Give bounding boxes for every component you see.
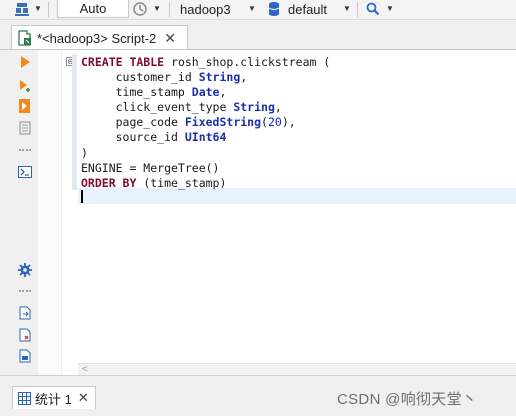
code-line[interactable]: ) — [81, 146, 330, 161]
sql-type: String — [198, 70, 241, 85]
results-panel: 统计 1 ✕ CSDN @响彻天堂丶 — [0, 375, 516, 416]
code-line[interactable]: ORDER BY (time_stamp) — [81, 176, 330, 191]
sql-type: UInt64 — [184, 130, 227, 145]
sql-text: time_stamp — [81, 85, 192, 100]
gear-icon[interactable] — [15, 260, 35, 280]
tab-script-2[interactable]: *<hadoop3> Script-2 ✕ — [11, 25, 188, 50]
toolbar-divider — [169, 2, 170, 17]
code-line[interactable]: click_event_type String, — [81, 100, 330, 115]
sql-type: FixedString — [184, 115, 262, 130]
sql-text: , — [240, 70, 248, 85]
sql-script-icon — [17, 30, 33, 46]
code-line[interactable]: time_stamp Date, — [81, 85, 330, 100]
toolbar-separator — [19, 290, 31, 292]
close-icon[interactable]: ✕ — [164, 30, 176, 47]
history-chevron-down-icon[interactable]: ▼ — [153, 0, 161, 18]
sql-text: ( — [261, 115, 268, 130]
search-icon[interactable] — [366, 0, 380, 18]
sql-text: source_id — [81, 130, 185, 145]
execute-script-icon[interactable] — [15, 96, 35, 116]
code-line[interactable]: customer_id String, — [81, 70, 330, 85]
watermark: CSDN @响彻天堂丶 — [337, 391, 478, 408]
editor-side-toolbar — [12, 50, 38, 375]
statement-highlight-bar — [72, 54, 77, 190]
execute-in-new-tab-icon[interactable] — [15, 76, 35, 96]
sql-text: ) — [81, 145, 88, 160]
text-cursor — [81, 190, 83, 203]
code-line[interactable]: CREATE TABLE rosh_shop.clickstream ( — [81, 55, 330, 70]
transaction-mode-label: Auto — [79, 0, 107, 16]
search-chevron-down-icon[interactable]: ▼ — [386, 0, 394, 18]
export-script-icon[interactable] — [15, 303, 35, 323]
results-tab-label: 统计 1 — [35, 391, 72, 407]
sql-type: Date — [191, 85, 220, 100]
database-dropdown-chevron-down-icon[interactable]: ▼ — [34, 0, 42, 18]
sql-text: ), — [281, 115, 296, 130]
sql-file-icon[interactable] — [15, 346, 35, 366]
sql-type: String — [233, 100, 275, 115]
database-selector[interactable]: default — [288, 0, 327, 18]
line-number-ruler — [38, 50, 62, 375]
transaction-mode-selector[interactable]: Auto — [57, 0, 129, 18]
explain-plan-icon[interactable] — [15, 118, 35, 138]
sql-text: rosh_shop.clickstream ( — [171, 55, 331, 69]
terminal-icon[interactable] — [15, 162, 35, 182]
database-chevron-down-icon[interactable]: ▼ — [343, 0, 351, 18]
sql-text: (time_stamp) — [143, 175, 227, 190]
sql-text: page_code — [81, 115, 185, 130]
toolbar-divider — [48, 2, 49, 17]
connection-label: hadoop3 — [180, 1, 231, 17]
sql-text: , — [219, 85, 227, 100]
database-icon[interactable] — [14, 0, 30, 18]
toolbar-separator — [19, 149, 31, 151]
tab-title: *<hadoop3> Script-2 — [37, 30, 157, 46]
horizontal-scrollbar[interactable]: < — [78, 363, 516, 375]
database-cylinder-icon — [268, 0, 280, 18]
sql-text: ENGINE = MergeTree() — [81, 160, 220, 175]
sql-code[interactable]: CREATE TABLE rosh_shop.clickstream ( cus… — [81, 55, 330, 191]
sql-number: 20 — [267, 115, 282, 130]
editor-tab-strip: *<hadoop3> Script-2 ✕ — [0, 20, 516, 50]
history-icon[interactable] — [132, 0, 148, 18]
code-line[interactable]: page_code FixedString(20), — [81, 115, 330, 130]
sql-keyword: ORDER BY — [81, 175, 144, 190]
sql-editor[interactable]: ⊖ CREATE TABLE rosh_shop.clickstream ( c… — [38, 50, 516, 375]
close-script-icon[interactable] — [15, 325, 35, 345]
code-line[interactable]: ENGINE = MergeTree() — [81, 161, 330, 176]
toolbar-divider — [357, 2, 358, 17]
database-label: default — [288, 1, 328, 17]
sql-text: , — [274, 100, 282, 115]
code-line[interactable]: source_id UInt64 — [81, 130, 330, 145]
sql-keyword: CREATE TABLE — [81, 55, 172, 69]
sql-text: click_event_type — [81, 100, 234, 115]
connection-selector[interactable]: hadoop3 — [180, 0, 231, 18]
grid-table-icon — [18, 391, 31, 405]
tab-statistics-1[interactable]: 统计 1 ✕ — [12, 386, 96, 409]
execute-statement-icon[interactable] — [15, 52, 35, 72]
close-icon[interactable]: ✕ — [78, 390, 89, 406]
main-toolbar: ▼ Auto ▼ hadoop3 ▼ default ▼ ▼ — [0, 0, 516, 20]
scroll-left-arrow-icon[interactable]: < — [82, 364, 88, 375]
connection-chevron-down-icon[interactable]: ▼ — [248, 0, 256, 18]
sql-text: customer_id — [81, 70, 199, 85]
